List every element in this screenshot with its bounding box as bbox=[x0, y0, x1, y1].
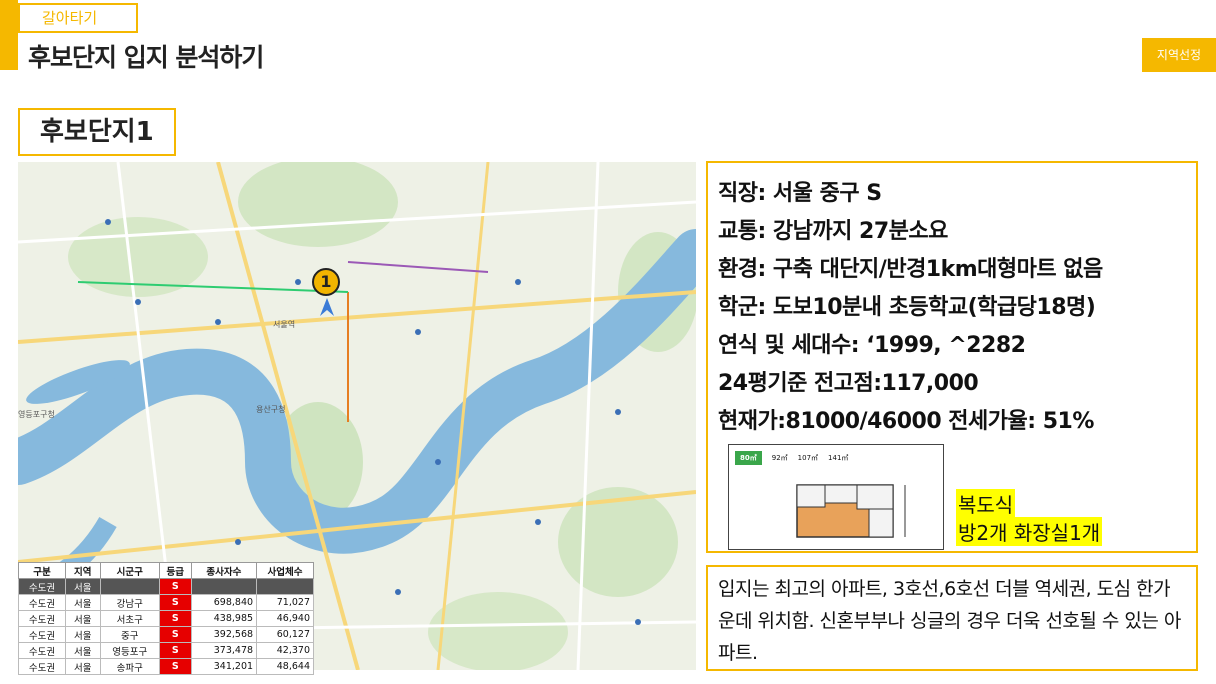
table-cell: 46,940 bbox=[256, 610, 314, 627]
info-current-price: 현재가:81000/46000 전세가율: 51% bbox=[718, 409, 1094, 434]
table-cell: 341,201 bbox=[190, 658, 258, 675]
highlight-rooms: 방2개 화장실1개 bbox=[956, 517, 1103, 546]
table-cell: 수도권 bbox=[18, 642, 66, 659]
table-cell bbox=[99, 578, 160, 595]
grade-cell: S bbox=[158, 594, 192, 611]
table-row: 수도권 서울 강남구 S 698,840 71,027 bbox=[18, 594, 314, 611]
grade-cell: S bbox=[158, 578, 192, 595]
table-header: 등급 bbox=[158, 562, 192, 579]
info-peak-price: 24평기준 전고점:117,000 bbox=[718, 371, 979, 396]
table-cell: 48,644 bbox=[256, 658, 314, 675]
table-cell bbox=[190, 578, 258, 595]
table-header: 시군구 bbox=[99, 562, 160, 579]
section-title: 후보단지1 bbox=[18, 108, 176, 156]
floorplan-image: 80㎡ 92㎡ 107㎡ 141㎡ bbox=[728, 444, 944, 550]
summary-text: 입지는 최고의 아파트, 3호선,6호선 더블 역세권, 도심 한가운데 위치함… bbox=[706, 565, 1198, 671]
location-marker[interactable]: 1 bbox=[312, 268, 340, 296]
table-cell: 438,985 bbox=[190, 610, 258, 627]
table-cell: 서울 bbox=[64, 578, 101, 595]
table-cell: 서울 bbox=[64, 658, 101, 675]
grade-cell: S bbox=[158, 626, 192, 643]
grade-cell: S bbox=[158, 642, 192, 659]
table-cell: 서초구 bbox=[99, 610, 160, 627]
table-cell: 송파구 bbox=[99, 658, 160, 675]
table-header: 지역 bbox=[64, 562, 101, 579]
map-label-station: 서울역 bbox=[273, 319, 295, 329]
table-cell: 영등포구 bbox=[99, 642, 160, 659]
map-label-yongsan: 용산구청 bbox=[256, 404, 285, 414]
table-header: 구분 bbox=[18, 562, 66, 579]
pin-icon bbox=[320, 298, 334, 316]
table-cell: 수도권 bbox=[18, 610, 66, 627]
category-label: 갈아타기 bbox=[18, 3, 138, 33]
table-cell: 42,370 bbox=[256, 642, 314, 659]
table-cell: 서울 bbox=[64, 626, 101, 643]
employment-stats-table: 구분 지역 시군구 등급 종사자수 사업체수 수도권 서울 S 수도권 서울 강… bbox=[18, 562, 314, 675]
table-row: 수도권 서울 중구 S 392,568 60,127 bbox=[18, 626, 314, 643]
table-cell: 수도권 bbox=[18, 658, 66, 675]
region-select-badge[interactable]: 지역선정 bbox=[1142, 38, 1216, 72]
map-label-yeongdeungpo: 영등포구청 bbox=[18, 409, 55, 419]
table-cell: 698,840 bbox=[190, 594, 258, 611]
table-summary-row: 수도권 서울 S bbox=[18, 578, 314, 595]
info-year-households: 연식 및 세대수: ‘1999, ^2282 bbox=[718, 333, 1026, 358]
table-cell: 수도권 bbox=[18, 594, 66, 611]
info-transport: 교통: 강남까지 27분소요 bbox=[718, 219, 948, 244]
table-row: 수도권 서울 서초구 S 438,985 46,940 bbox=[18, 610, 314, 627]
floorplan-drawing bbox=[796, 484, 906, 538]
table-cell: 서울 bbox=[64, 642, 101, 659]
table-cell: 서울 bbox=[64, 594, 101, 611]
table-cell: 392,568 bbox=[190, 626, 258, 643]
info-school: 학군: 도보10분내 초등학교(학급당18명) bbox=[718, 295, 1096, 320]
info-environment: 환경: 구축 대단지/반경1km대형마트 없음 bbox=[718, 257, 1103, 282]
page-title: 후보단지 입지 분석하기 bbox=[28, 43, 264, 72]
accent-bar bbox=[0, 0, 18, 70]
table-cell: 71,027 bbox=[256, 594, 314, 611]
table-row: 수도권 서울 송파구 S 341,201 48,644 bbox=[18, 658, 314, 675]
table-cell: 60,127 bbox=[256, 626, 314, 643]
grade-cell: S bbox=[158, 610, 192, 627]
info-workplace: 직장: 서울 중구 S bbox=[718, 181, 882, 206]
highlight-corridor: 복도식 bbox=[956, 489, 1016, 518]
property-info-panel: 직장: 서울 중구 S 교통: 강남까지 27분소요 환경: 구축 대단지/반경… bbox=[706, 161, 1198, 553]
table-cell: 수도권 bbox=[18, 626, 66, 643]
table-cell bbox=[256, 578, 314, 595]
table-cell: 수도권 bbox=[18, 578, 66, 595]
table-cell: 강남구 bbox=[99, 594, 160, 611]
table-cell: 중구 bbox=[99, 626, 160, 643]
table-cell: 373,478 bbox=[190, 642, 258, 659]
grade-cell: S bbox=[158, 658, 192, 675]
table-header: 종사자수 bbox=[190, 562, 258, 579]
table-row: 수도권 서울 영등포구 S 373,478 42,370 bbox=[18, 642, 314, 659]
table-cell: 서울 bbox=[64, 610, 101, 627]
table-header: 사업체수 bbox=[256, 562, 314, 579]
